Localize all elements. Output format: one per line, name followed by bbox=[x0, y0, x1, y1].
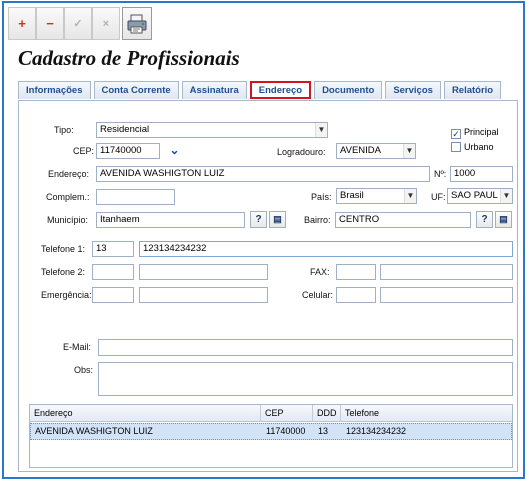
bairro-label: Bairro: bbox=[304, 215, 331, 225]
tab-servicos[interactable]: Serviços bbox=[385, 81, 441, 99]
minus-icon: − bbox=[46, 16, 54, 31]
grid-header-ddd[interactable]: DDD bbox=[313, 405, 341, 422]
confirm-button[interactable]: ✓ bbox=[64, 7, 92, 40]
principal-checkbox[interactable]: ✓ Principal bbox=[451, 127, 499, 139]
grid-cell-endereco: AVENIDA WASHIGTON LUIZ bbox=[35, 426, 153, 436]
cep-search-button[interactable]: ⌄ bbox=[166, 143, 183, 160]
help-icon: ? bbox=[481, 214, 488, 225]
telefone2-ddd-input[interactable] bbox=[92, 264, 134, 280]
grid-cell-cep: 11740000 bbox=[266, 426, 306, 436]
tab-bar: Informações Conta Corrente Assinatura En… bbox=[18, 81, 502, 99]
cep-input[interactable]: 11740000 bbox=[96, 143, 160, 159]
municipio-input[interactable]: Itanhaem bbox=[96, 212, 245, 228]
bairro-input[interactable]: CENTRO bbox=[335, 212, 471, 228]
celular-number-input[interactable] bbox=[380, 287, 513, 303]
table-row[interactable]: AVENIDA WASHIGTON LUIZ 11740000 13 12313… bbox=[30, 423, 512, 440]
obs-textarea[interactable] bbox=[98, 362, 513, 396]
email-input[interactable] bbox=[98, 339, 513, 356]
fax-label: FAX: bbox=[310, 267, 330, 277]
grid-header: Endereço CEP DDD Telefone bbox=[30, 405, 512, 422]
tab-endereco[interactable]: Endereço bbox=[249, 81, 312, 99]
telefone2-number-input[interactable] bbox=[139, 264, 268, 280]
chevron-down-icon: ▼ bbox=[403, 144, 415, 158]
numero-input[interactable]: 1000 bbox=[450, 166, 513, 182]
logradouro-select[interactable]: AVENIDA ▼ bbox=[336, 143, 416, 159]
tipo-value: Residencial bbox=[100, 124, 150, 135]
tab-informacoes[interactable]: Informações bbox=[18, 81, 91, 99]
uf-label: UF: bbox=[431, 192, 446, 202]
address-panel: Tipo: Residencial ▼ ✓ Principal Urbano CE… bbox=[18, 100, 518, 472]
logradouro-label: Logradouro: bbox=[277, 147, 326, 157]
print-button[interactable] bbox=[122, 7, 152, 40]
endereco-input[interactable]: AVENIDA WASHIGTON LUIZ bbox=[96, 166, 430, 182]
add-button[interactable]: + bbox=[8, 7, 36, 40]
endereco-label: Endereço: bbox=[48, 169, 90, 179]
telefone1-number-input[interactable]: 123134234232 bbox=[139, 241, 513, 257]
document-icon: ▤ bbox=[273, 214, 282, 224]
plus-icon: + bbox=[18, 16, 26, 31]
toolbar: + − ✓ × bbox=[8, 7, 152, 43]
help-icon: ? bbox=[255, 214, 262, 225]
chevron-down-icon: ⌄ bbox=[169, 143, 180, 157]
municipio-help-button[interactable]: ? bbox=[250, 211, 267, 228]
telefone1-ddd-input[interactable]: 13 bbox=[92, 241, 134, 257]
grid-header-cep[interactable]: CEP bbox=[261, 405, 313, 422]
bairro-lookup-button[interactable]: ▤ bbox=[495, 211, 512, 228]
logradouro-value: AVENIDA bbox=[340, 145, 382, 156]
check-icon: ✓ bbox=[73, 18, 83, 30]
urbano-checkbox[interactable]: Urbano bbox=[451, 142, 494, 152]
telefone1-label: Telefone 1: bbox=[41, 244, 86, 254]
chevron-down-icon: ▼ bbox=[404, 189, 416, 203]
grid-cell-telefone: 123134234232 bbox=[346, 426, 407, 436]
cancel-button[interactable]: × bbox=[92, 7, 120, 40]
email-label: E-Mail: bbox=[63, 342, 92, 352]
municipio-label: Município: bbox=[47, 215, 89, 225]
document-icon: ▤ bbox=[499, 214, 508, 224]
uf-select[interactable]: SAO PAUL ▼ bbox=[447, 188, 513, 204]
checkbox-checked-icon: ✓ bbox=[451, 129, 461, 139]
address-grid: Endereço CEP DDD Telefone AVENIDA WASHIG… bbox=[29, 404, 513, 468]
grid-cell-ddd: 13 bbox=[318, 426, 329, 436]
emergencia-label: Emergência: bbox=[41, 290, 92, 300]
emergencia-number-input[interactable] bbox=[139, 287, 268, 303]
checkbox-unchecked-icon bbox=[451, 142, 461, 152]
grid-header-endereco[interactable]: Endereço bbox=[30, 405, 261, 422]
close-icon: × bbox=[102, 17, 110, 30]
celular-label: Celular: bbox=[302, 290, 334, 300]
obs-label: Obs: bbox=[74, 365, 94, 375]
bairro-help-button[interactable]: ? bbox=[476, 211, 493, 228]
principal-label: Principal bbox=[464, 127, 499, 137]
numero-label: Nº: bbox=[434, 169, 447, 179]
uf-value: SAO PAUL bbox=[451, 190, 498, 201]
chevron-down-icon: ▼ bbox=[500, 189, 512, 203]
pais-select[interactable]: Brasil ▼ bbox=[336, 188, 417, 204]
chevron-down-icon: ▼ bbox=[315, 123, 327, 137]
urbano-label: Urbano bbox=[464, 142, 494, 152]
printer-icon bbox=[127, 14, 147, 33]
celular-ddd-input[interactable] bbox=[336, 287, 376, 303]
tipo-select[interactable]: Residencial ▼ bbox=[96, 122, 328, 138]
tab-conta-corrente[interactable]: Conta Corrente bbox=[93, 81, 179, 99]
cep-label: CEP: bbox=[73, 146, 95, 156]
tab-assinatura[interactable]: Assinatura bbox=[181, 81, 247, 99]
grid-header-telefone[interactable]: Telefone bbox=[341, 405, 514, 422]
complemento-label: Complem.: bbox=[46, 192, 90, 202]
remove-button[interactable]: − bbox=[36, 7, 64, 40]
complemento-input[interactable] bbox=[96, 189, 175, 205]
window-frame: + − ✓ × Cadastro de Profissionais Inform… bbox=[2, 1, 525, 479]
municipio-lookup-button[interactable]: ▤ bbox=[269, 211, 286, 228]
fax-ddd-input[interactable] bbox=[336, 264, 376, 280]
pais-value: Brasil bbox=[340, 190, 364, 201]
tab-documento[interactable]: Documento bbox=[314, 81, 383, 99]
tab-relatorio[interactable]: Relatório bbox=[443, 81, 502, 99]
tipo-label: Tipo: bbox=[54, 125, 74, 135]
page-title: Cadastro de Profissionais bbox=[18, 46, 240, 70]
telefone2-label: Telefone 2: bbox=[41, 267, 86, 277]
emergencia-ddd-input[interactable] bbox=[92, 287, 134, 303]
pais-label: País: bbox=[311, 192, 332, 202]
fax-number-input[interactable] bbox=[380, 264, 513, 280]
